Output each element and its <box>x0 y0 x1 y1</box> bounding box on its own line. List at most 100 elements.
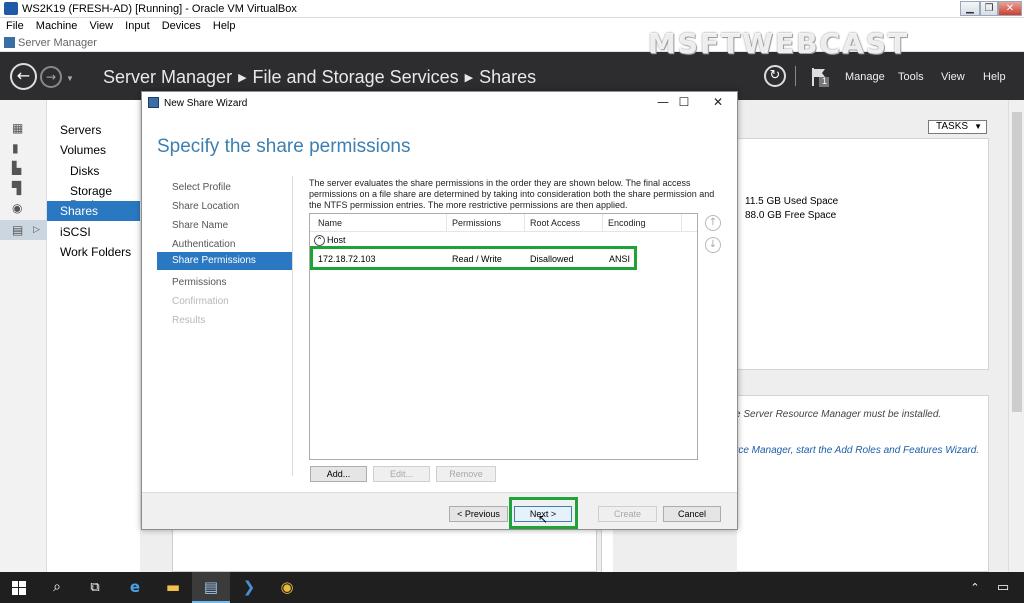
add-button[interactable]: Add... <box>310 466 367 482</box>
breadcrumb: Server Manager ▶ File and Storage Services… <box>103 67 536 88</box>
server-manager-icon <box>4 37 15 48</box>
dashboard-icon[interactable]: ▦ <box>12 122 26 134</box>
minimize-icon[interactable]: ▁ <box>960 1 980 16</box>
menu-manage[interactable]: Manage <box>845 71 885 83</box>
tasks-label: TASKS <box>936 121 969 132</box>
column-name[interactable]: Name <box>318 218 342 228</box>
move-down-icon: ↓ <box>705 237 721 253</box>
dns-icon[interactable]: ◉ <box>12 202 26 214</box>
vbox-titlebar: WS2K19 (FRESH-AD) [Running] - Oracle VM … <box>0 0 1024 18</box>
task-view-icon[interactable]: ⧉ <box>76 572 114 603</box>
quota-panel: e Server Resource Manager must be instal… <box>735 395 989 572</box>
sidebar-item-shares[interactable]: Shares <box>47 201 140 221</box>
menu-help[interactable]: Help <box>207 18 236 32</box>
chevron-down-icon: ▼ <box>974 122 982 131</box>
shares-lower-panel <box>172 528 597 572</box>
step-authentication[interactable]: Authentication <box>172 239 235 250</box>
sidebar-item-work-folders[interactable]: Work Folders <box>47 242 140 262</box>
menu-tools[interactable]: Tools <box>898 71 924 83</box>
column-root-access[interactable]: Root Access <box>530 218 580 228</box>
previous-button[interactable]: < Previous <box>449 506 508 522</box>
collapse-chevron-icon[interactable]: ⌃ <box>314 235 325 246</box>
all-servers-icon[interactable]: ▙ <box>12 162 26 174</box>
step-select-profile[interactable]: Select Profile <box>172 182 231 193</box>
sidebar-item-servers[interactable]: Servers <box>47 120 140 140</box>
action-center-icon[interactable]: ▭ <box>984 572 1022 603</box>
sidebar-item-volumes[interactable]: Volumes <box>47 140 140 160</box>
menu-file[interactable]: File <box>0 18 24 32</box>
step-permissions[interactable]: Permissions <box>172 277 226 288</box>
sidebar-nav: Servers Volumes Disks Storage Pools Shar… <box>47 100 140 572</box>
menu-input[interactable]: Input <box>119 18 149 32</box>
list-header: Name Permissions Root Access Encoding <box>310 214 697 232</box>
move-up-icon: ↑ <box>705 215 721 231</box>
menu-machine[interactable]: Machine <box>30 18 78 32</box>
menu-view[interactable]: View <box>83 18 113 32</box>
remove-button: Remove <box>436 466 496 482</box>
local-server-icon[interactable]: ▮ <box>12 142 26 154</box>
group-host-label: Host <box>327 235 346 245</box>
ad-ds-icon[interactable]: ▜ <box>12 182 26 194</box>
sidebar-item-disks[interactable]: Disks <box>47 161 140 181</box>
watermark: MSFTWEBCAST <box>648 27 910 60</box>
wizard-close-icon[interactable]: ✕ <box>705 94 731 111</box>
menu-help-sm[interactable]: Help <box>983 71 1006 83</box>
breadcrumb-separator-icon: ▶ <box>464 72 474 84</box>
sidebar-item-storage-pools[interactable]: Storage Pools <box>47 181 140 212</box>
breadcrumb-shares: Shares <box>479 67 537 87</box>
wizard-heading: Specify the share permissions <box>157 136 411 157</box>
column-divider <box>524 214 525 232</box>
menu-view-sm[interactable]: View <box>941 71 965 83</box>
wizard-maximize-icon[interactable]: ☐ <box>671 94 697 111</box>
start-icon[interactable] <box>0 572 38 603</box>
step-share-location[interactable]: Share Location <box>172 201 239 212</box>
breadcrumb-server-manager[interactable]: Server Manager <box>103 67 232 87</box>
wizard-icon <box>148 97 159 108</box>
search-icon[interactable]: ⌕ <box>38 572 76 603</box>
steps-divider <box>292 176 293 476</box>
powershell-icon[interactable]: ❯ <box>230 572 268 603</box>
restore-icon[interactable]: ❐ <box>980 1 998 16</box>
refresh-icon[interactable]: ↻ <box>764 65 786 87</box>
notifications-flag-icon[interactable]: 1 <box>810 66 832 88</box>
header-divider <box>795 66 796 86</box>
forward-icon[interactable]: → <box>40 66 62 88</box>
file-storage-icon[interactable]: ▤ <box>12 224 26 236</box>
taskbar: ⌕ ⧉ e ▬ ▤ ❯ ◉ ⌃ ▭ <box>0 572 1024 603</box>
expand-arrow-icon: ▷ <box>33 224 40 234</box>
tasks-dropdown[interactable]: TASKS ▼ <box>928 120 987 134</box>
used-space: 11.5 GB Used Space <box>745 196 839 207</box>
add-roles-link[interactable]: rce Manager, start the Add Roles and Fea… <box>735 445 979 456</box>
mouse-cursor-icon: ↖ <box>538 512 549 526</box>
breadcrumb-file-storage[interactable]: File and Storage Services <box>253 67 459 87</box>
free-space: 88.0 GB Free Space <box>745 210 837 221</box>
fsrm-note: e Server Resource Manager must be instal… <box>735 409 942 420</box>
server-manager-taskbar-icon[interactable]: ▤ <box>192 572 230 603</box>
server-manager-window-title: Server Manager <box>18 37 97 49</box>
close-icon[interactable]: ✕ <box>998 1 1022 16</box>
column-encoding[interactable]: Encoding <box>608 218 646 228</box>
column-divider <box>446 214 447 232</box>
page-scrollbar[interactable] <box>1008 100 1024 572</box>
volume-lower-panel <box>601 528 613 572</box>
step-share-permissions[interactable]: Share Permissions <box>157 252 292 270</box>
create-button: Create <box>598 506 657 522</box>
icon-rail: ▦ ▮ ▙ ▜ ◉ ▤ ▷ <box>0 100 47 572</box>
vbox-title: WS2K19 (FRESH-AD) [Running] - Oracle VM … <box>22 3 297 15</box>
group-host[interactable]: ⌃ Host <box>314 235 346 246</box>
notification-count: 1 <box>822 76 828 86</box>
internet-explorer-icon[interactable]: e <box>116 572 154 603</box>
step-results: Results <box>172 315 206 326</box>
cancel-button[interactable]: Cancel <box>663 506 721 522</box>
column-permissions[interactable]: Permissions <box>452 218 501 228</box>
menu-devices[interactable]: Devices <box>156 18 201 32</box>
back-icon[interactable]: ← <box>10 63 37 90</box>
step-share-permissions-label: Share Permissions <box>172 255 256 266</box>
file-explorer-icon[interactable]: ▬ <box>154 572 192 603</box>
history-dropdown-icon[interactable]: ▼ <box>66 74 74 83</box>
scrollbar-thumb[interactable] <box>1012 112 1022 412</box>
chrome-icon[interactable]: ◉ <box>268 572 306 603</box>
sidebar-item-iscsi[interactable]: iSCSI <box>47 222 140 242</box>
new-share-wizard: New Share Wizard — ☐ ✕ Specify the share… <box>141 91 738 530</box>
step-share-name[interactable]: Share Name <box>172 220 228 231</box>
